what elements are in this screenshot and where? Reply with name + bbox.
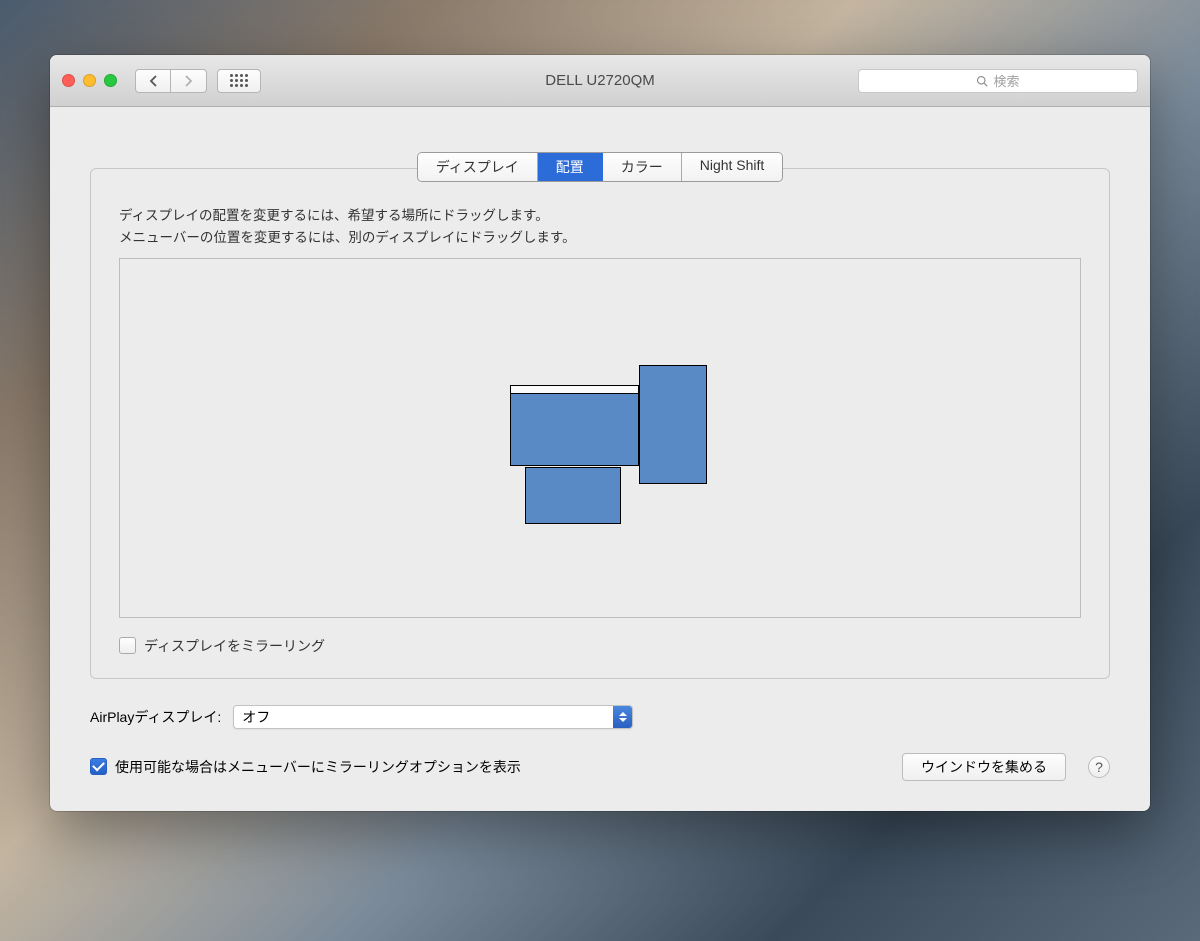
mirror-row: ディスプレイをミラーリング [119, 636, 1081, 656]
show-in-menubar-checkbox[interactable] [90, 758, 107, 775]
instruction-line-2: メニューバーの位置を変更するには、別のディスプレイにドラッグします。 [119, 227, 1081, 249]
nav-buttons [135, 69, 207, 93]
search-input[interactable]: 検索 [858, 69, 1138, 93]
airplay-select[interactable]: オフ [233, 705, 633, 729]
show-in-menubar-label: 使用可能な場合はメニューバーにミラーリングオプションを表示 [115, 757, 521, 777]
close-button[interactable] [62, 74, 75, 87]
tab-color[interactable]: カラー [603, 153, 682, 181]
content: ディスプレイ 配置 カラー Night Shift ディスプレイの配置を変更する… [50, 107, 1150, 811]
airplay-value: オフ [242, 707, 270, 727]
display-secondary-bottom[interactable] [525, 467, 621, 524]
minimize-button[interactable] [83, 74, 96, 87]
mirror-checkbox[interactable] [119, 637, 136, 654]
arrangement-panel: ディスプレイの配置を変更するには、希望する場所にドラッグします。 メニューバーの… [90, 168, 1110, 679]
select-arrows-icon [613, 706, 632, 728]
display-secondary-right[interactable] [639, 365, 707, 484]
display-main[interactable] [510, 385, 639, 466]
help-button[interactable]: ? [1088, 756, 1110, 778]
instruction-line-1: ディスプレイの配置を変更するには、希望する場所にドラッグします。 [119, 205, 1081, 227]
forward-button[interactable] [171, 69, 207, 93]
tabs: ディスプレイ 配置 カラー Night Shift [417, 152, 784, 182]
tab-arrangement[interactable]: 配置 [538, 153, 603, 181]
maximize-button[interactable] [104, 74, 117, 87]
airplay-label: AirPlayディスプレイ: [90, 707, 221, 727]
instructions: ディスプレイの配置を変更するには、希望する場所にドラッグします。 メニューバーの… [119, 205, 1081, 250]
traffic-lights [62, 74, 117, 87]
tab-display[interactable]: ディスプレイ [418, 153, 538, 181]
menubar-indicator[interactable] [511, 386, 638, 394]
gather-windows-button[interactable]: ウインドウを集める [902, 753, 1066, 781]
mirror-label: ディスプレイをミラーリング [144, 636, 325, 656]
bottom-row: 使用可能な場合はメニューバーにミラーリングオプションを表示 ウインドウを集める … [90, 753, 1110, 781]
arrangement-area[interactable] [119, 258, 1081, 618]
search-icon [976, 75, 988, 87]
preferences-window: DELL U2720QM 検索 ディスプレイ 配置 カラー Night Shif… [50, 55, 1150, 811]
search-placeholder: 検索 [993, 71, 1019, 90]
back-button[interactable] [135, 69, 171, 93]
show-all-button[interactable] [217, 69, 261, 93]
airplay-row: AirPlayディスプレイ: オフ [90, 705, 1110, 729]
titlebar: DELL U2720QM 検索 [50, 55, 1150, 107]
tab-nightshift[interactable]: Night Shift [682, 153, 783, 181]
